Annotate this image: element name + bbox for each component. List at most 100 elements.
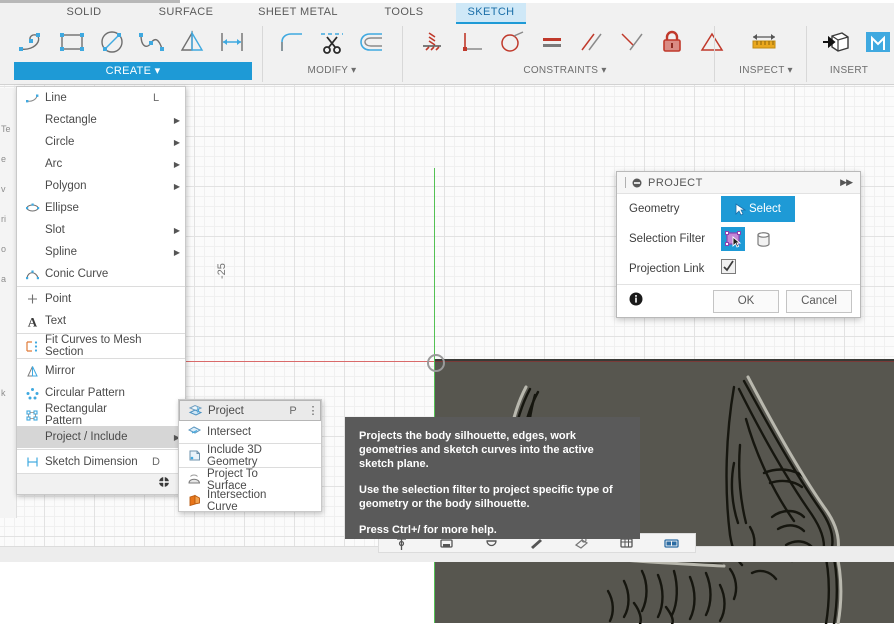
create-menu-item-arc[interactable]: Arc ▶ bbox=[17, 153, 185, 175]
fillet-tool[interactable] bbox=[272, 22, 312, 62]
submenu-item-label: Include 3D Geometry bbox=[207, 443, 262, 468]
create-menu-item-label: Line bbox=[45, 92, 67, 104]
project-to-surface-icon bbox=[183, 471, 205, 489]
submenu-item-label: Project bbox=[208, 404, 244, 417]
no-icon bbox=[21, 155, 43, 173]
ok-button[interactable]: OK bbox=[713, 289, 779, 313]
create-menu-item-mirror[interactable]: Mirror bbox=[17, 360, 185, 382]
create-menu-item-label: Project / Include bbox=[45, 431, 128, 443]
tab-sheet-metal[interactable]: SHEET METAL bbox=[250, 3, 346, 22]
create-dropdown-menu[interactable]: Line L Rectangle ▶ Circle ▶ Arc ▶ Polygon ▶ Ellips… bbox=[16, 86, 186, 495]
mirror-tool[interactable] bbox=[172, 22, 212, 62]
browser-ghost-text: v bbox=[1, 184, 6, 194]
menu-divider bbox=[17, 449, 185, 450]
chevron-right-icon: ▶ bbox=[173, 159, 181, 169]
create-menu-item-label: Text bbox=[45, 315, 67, 327]
create-menu-item-label: Ellipse bbox=[45, 202, 79, 214]
create-menu-item-label: Circular Pattern bbox=[45, 387, 125, 399]
browser-panel-edge[interactable]: Te e v ri o a k bbox=[0, 88, 17, 518]
create-menu-item-label: Point bbox=[45, 293, 72, 305]
circle-tool[interactable] bbox=[92, 22, 132, 62]
no-icon bbox=[21, 221, 43, 239]
info-icon[interactable] bbox=[629, 292, 643, 311]
ribbon-tool-strip bbox=[0, 22, 894, 82]
measure-tool[interactable] bbox=[744, 22, 784, 62]
submenu-item-include-3d-geometry[interactable]: Include 3D Geometry bbox=[179, 443, 321, 468]
perpendicular-constraint-tool[interactable] bbox=[452, 22, 492, 62]
insert-derive-tool[interactable] bbox=[816, 22, 856, 62]
submenu-item-intersection-curve[interactable]: Intersection Curve bbox=[179, 488, 321, 513]
tangent-constraint-tool[interactable] bbox=[492, 22, 532, 62]
submenu-item-label: Intersection Curve bbox=[207, 488, 267, 513]
collapse-circle-icon[interactable] bbox=[632, 178, 642, 188]
trim-tool[interactable] bbox=[312, 22, 352, 62]
include-3d-icon bbox=[183, 447, 205, 465]
submenu-item-intersect[interactable]: Intersect bbox=[179, 421, 321, 442]
dialog-drag-handle[interactable] bbox=[625, 177, 626, 188]
project-dialog-header[interactable]: PROJECT ▶▶ bbox=[617, 172, 860, 194]
create-menu-item-project-include[interactable]: Project / Include ▶ bbox=[17, 426, 185, 448]
body-silhouette-filter-icon[interactable] bbox=[751, 227, 775, 251]
create-menu-item-conic-curve[interactable]: Conic Curve bbox=[17, 263, 185, 285]
selection-filter-row: Selection Filter bbox=[617, 224, 860, 254]
equal-constraint-tool[interactable] bbox=[532, 22, 572, 62]
line-tool[interactable] bbox=[12, 22, 52, 62]
group-label-insert[interactable]: INSERT bbox=[816, 62, 882, 80]
tab-solid[interactable]: SOLID bbox=[48, 3, 120, 22]
sketch-dimension-tool[interactable] bbox=[212, 22, 252, 62]
create-menu-item-rectangle[interactable]: Rectangle ▶ bbox=[17, 109, 185, 131]
browser-ghost-text: Te bbox=[1, 124, 11, 134]
group-label-modify[interactable]: MODIFY ▾ bbox=[272, 62, 392, 80]
fix-unfix-tool[interactable] bbox=[412, 22, 452, 62]
project-dialog[interactable]: PROJECT ▶▶ Geometry Select Selection Fil… bbox=[616, 171, 861, 318]
symmetry-constraint-tool[interactable] bbox=[692, 22, 732, 62]
cancel-button[interactable]: Cancel bbox=[786, 289, 852, 313]
create-menu-item-sketch-dimension[interactable]: Sketch Dimension D bbox=[17, 451, 185, 473]
projection-link-label: Projection Link bbox=[629, 263, 705, 275]
create-menu-item-label: Sketch Dimension bbox=[45, 456, 138, 468]
offset-tool[interactable] bbox=[352, 22, 392, 62]
create-menu-item-text[interactable]: A Text bbox=[17, 310, 185, 332]
create-menu-item-label: Conic Curve bbox=[45, 268, 109, 280]
pin-icon[interactable] bbox=[158, 475, 170, 493]
specified-entities-filter-icon[interactable] bbox=[721, 227, 745, 251]
submenu-item-project[interactable]: Project P ⋮ bbox=[179, 400, 321, 421]
viewports-icon[interactable] bbox=[649, 534, 694, 552]
rectangle-tool[interactable] bbox=[52, 22, 92, 62]
group-label-inspect[interactable]: INSPECT ▾ bbox=[724, 62, 808, 80]
create-menu-item-line[interactable]: Line L bbox=[17, 87, 185, 109]
create-menu-item-ellipse[interactable]: Ellipse bbox=[17, 197, 185, 219]
fix-constraint-tool[interactable] bbox=[652, 22, 692, 62]
create-menu-item-circle[interactable]: Circle ▶ bbox=[17, 131, 185, 153]
create-menu-item-polygon[interactable]: Polygon ▶ bbox=[17, 175, 185, 197]
project-tooltip: Projects the body silhouette, edges, wor… bbox=[345, 417, 640, 539]
create-menu-item-circular-pattern[interactable]: Circular Pattern bbox=[17, 382, 185, 404]
tab-surface[interactable]: SURFACE bbox=[146, 3, 226, 22]
geometry-select-button[interactable]: Select bbox=[721, 196, 795, 222]
create-menu-item-point[interactable]: Point bbox=[17, 288, 185, 310]
tab-tools[interactable]: TOOLS bbox=[372, 3, 436, 22]
midpoint-constraint-tool[interactable] bbox=[612, 22, 652, 62]
submenu-item-project-to-surface[interactable]: Project To Surface bbox=[179, 468, 321, 492]
projection-link-checkbox[interactable] bbox=[721, 259, 736, 279]
chevron-right-icon: ▶ bbox=[173, 247, 181, 257]
create-menu-item-slot[interactable]: Slot ▶ bbox=[17, 219, 185, 241]
spline-tool[interactable] bbox=[132, 22, 172, 62]
create-menu-item-rectangular-pattern[interactable]: Rectangular Pattern bbox=[17, 403, 185, 427]
no-icon bbox=[21, 111, 43, 129]
create-menu-item-spline[interactable]: Spline ▶ bbox=[17, 241, 185, 263]
group-label-constraints[interactable]: CONSTRAINTS ▾ bbox=[490, 62, 640, 80]
project-include-submenu[interactable]: Project P ⋮ Intersect Include 3D Geometry Pro… bbox=[178, 399, 322, 513]
geometry-row: Geometry Select bbox=[617, 194, 860, 224]
ellipse-icon bbox=[21, 199, 43, 217]
insert-mcmaster-tool[interactable] bbox=[858, 22, 894, 62]
project-icon bbox=[184, 402, 206, 420]
intersect-icon bbox=[183, 423, 205, 441]
overflow-menu-icon[interactable]: ⋮ bbox=[306, 404, 320, 417]
parallel-constraint-tool[interactable] bbox=[572, 22, 612, 62]
create-menu-item-fit-curves-to-mesh-section[interactable]: Fit Curves to Mesh Section bbox=[17, 334, 185, 358]
group-label-create[interactable]: CREATE ▾ bbox=[14, 62, 252, 80]
expand-arrows-icon[interactable]: ▶▶ bbox=[840, 177, 853, 188]
create-menu-item-label: Slot bbox=[45, 224, 65, 236]
tab-sketch[interactable]: SKETCH bbox=[456, 3, 526, 24]
